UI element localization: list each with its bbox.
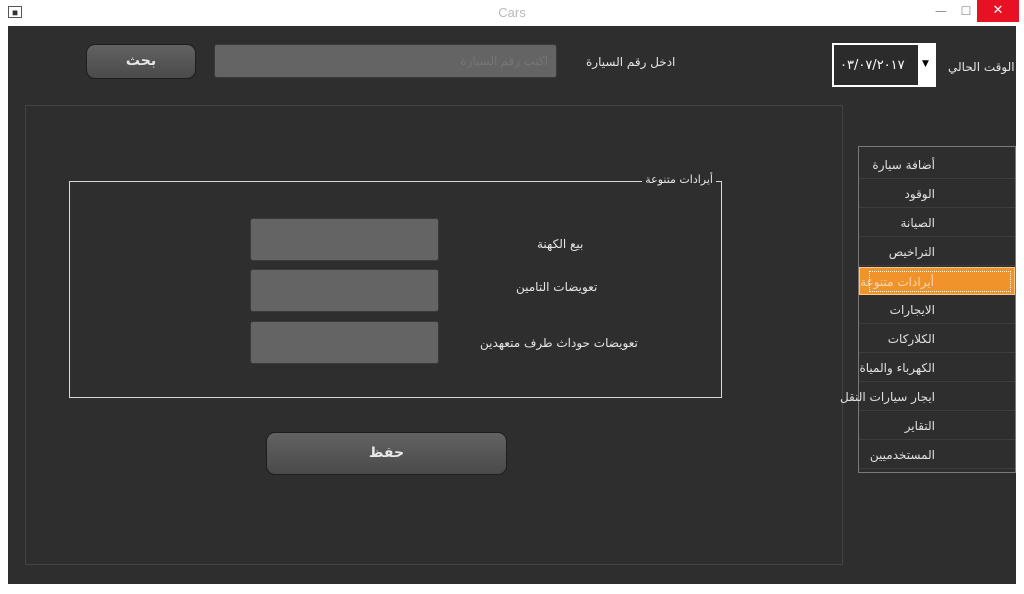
menu-item-add-car[interactable]: أضافة سيارة bbox=[859, 151, 1015, 179]
menu-item-transport-rent[interactable]: ايجار سيارات النقل bbox=[840, 383, 1015, 411]
menu-item-label: الكلاركات bbox=[887, 332, 935, 346]
menu-item-users[interactable]: المستخدميين bbox=[859, 441, 1015, 469]
focus-rectangle bbox=[869, 271, 1011, 292]
menu-item-licenses[interactable]: التراخيص bbox=[859, 238, 1015, 266]
date-dropdown-toggle[interactable]: ▼ bbox=[918, 45, 934, 85]
window-title: Cars bbox=[498, 5, 526, 20]
menu-item-label: الايجارات bbox=[889, 303, 935, 317]
car-number-input[interactable] bbox=[214, 44, 557, 78]
menu-item-reports[interactable]: التقاير bbox=[859, 412, 1015, 440]
menu-item-fuel[interactable]: الوقود bbox=[859, 180, 1015, 208]
app-window: بحث ادخل رقم السيارة ٠٣/٠٧/٢٠١٧ ▼ الوقت … bbox=[8, 26, 1016, 584]
menu-item-label: أضافة سيارة bbox=[872, 158, 935, 172]
menu-item-utilities[interactable]: الكهرباء والمياة bbox=[859, 354, 1015, 382]
save-button[interactable]: حفظ bbox=[266, 432, 507, 475]
search-button[interactable]: بحث bbox=[86, 44, 196, 79]
group-title: أيرادات متنوعة bbox=[642, 173, 716, 186]
menu-item-clerks[interactable]: الكلاركات bbox=[859, 325, 1015, 353]
close-button[interactable]: ✕ bbox=[977, 0, 1019, 22]
scrap-sale-input[interactable] bbox=[250, 218, 439, 261]
current-date-picker[interactable]: ٠٣/٠٧/٢٠١٧ ▼ bbox=[832, 43, 936, 87]
menu-item-label: المستخدميين bbox=[869, 448, 935, 462]
contractor-accident-input[interactable] bbox=[250, 321, 439, 364]
car-number-label: ادخل رقم السيارة bbox=[586, 55, 676, 69]
menu-item-label: التقاير bbox=[904, 419, 935, 433]
menu-item-label: التراخيص bbox=[888, 245, 935, 259]
menu-item-label: الوقود bbox=[904, 187, 935, 201]
current-date-value: ٠٣/٠٧/٢٠١٧ bbox=[840, 58, 905, 73]
contractor-accident-label: تعويضات حوداث طرف متعهدين bbox=[480, 336, 638, 350]
chevron-down-icon: ▼ bbox=[922, 59, 929, 69]
menu-item-label: الصيانة bbox=[900, 216, 935, 230]
misc-revenue-group: أيرادات متنوعة بيع الكهنة تعويضات التامي… bbox=[69, 173, 722, 398]
menu-item-label: ايجار سيارات النقل bbox=[839, 390, 935, 404]
menu-item-rents[interactable]: الايجارات bbox=[859, 296, 1015, 324]
menu-item-maintenance[interactable]: الصيانة bbox=[859, 209, 1015, 237]
scrap-sale-label: بيع الكهنة bbox=[537, 237, 584, 251]
current-time-label: الوقت الحالي bbox=[948, 60, 1015, 74]
menu-item-misc-revenue[interactable]: أيرادات متنوعة bbox=[859, 267, 1015, 295]
menu-item-label: الكهرباء والمياة bbox=[859, 361, 935, 375]
insurance-compensation-input[interactable] bbox=[250, 269, 439, 312]
title-bar: ■ Cars — ☐ ✕ bbox=[0, 0, 1024, 26]
insurance-compensation-label: تعويضات التامين bbox=[516, 280, 598, 294]
side-menu: أضافة سيارة الوقود الصيانة التراخيص أيرا… bbox=[840, 146, 1016, 473]
